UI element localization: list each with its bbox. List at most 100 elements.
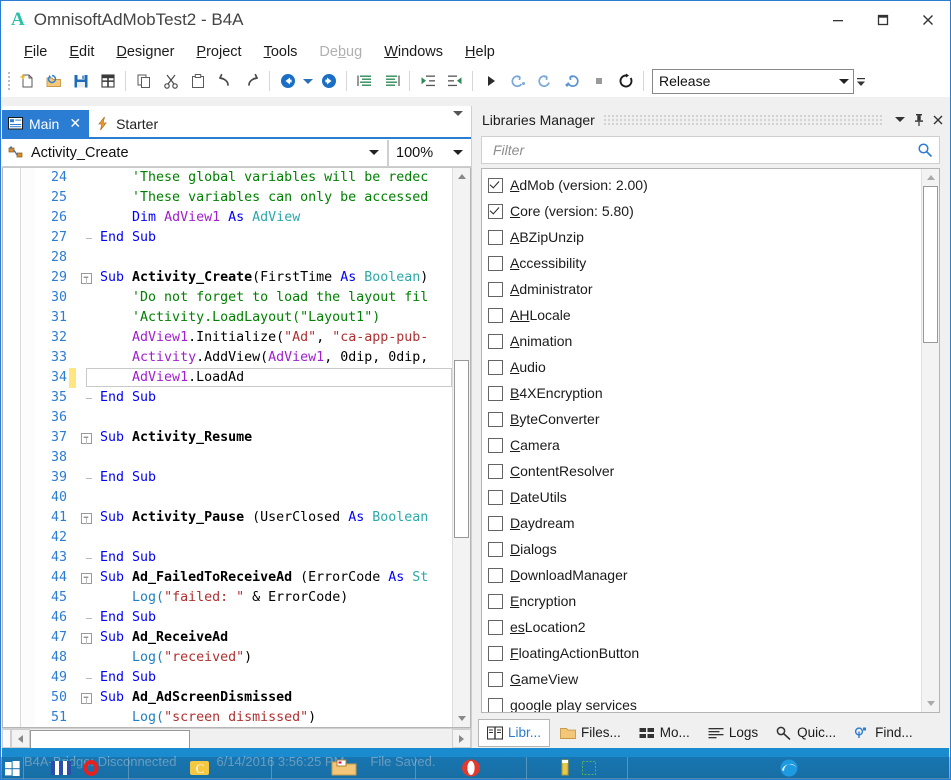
libraries-list[interactable]: AdMob (version: 2.00)Core (version: 5.80… bbox=[482, 169, 921, 712]
code-line[interactable]: 49End Sub bbox=[35, 668, 452, 688]
library-checkbox[interactable] bbox=[488, 412, 503, 427]
panel-tab-quic[interactable]: Quic... bbox=[768, 720, 844, 746]
library-checkbox[interactable] bbox=[488, 438, 503, 453]
panel-tab-libr[interactable]: Libr... bbox=[478, 719, 550, 747]
libraries-filter-box[interactable] bbox=[481, 136, 940, 164]
taskbar-item-notepad[interactable] bbox=[527, 757, 628, 779]
library-checkbox[interactable] bbox=[488, 386, 503, 401]
scroll-track-horizontal[interactable] bbox=[30, 730, 452, 747]
code-line[interactable]: 51 Log("screen dismissed") bbox=[35, 708, 452, 727]
sub-selector[interactable]: Activity_Create bbox=[2, 140, 388, 167]
panel-tab-find[interactable]: Find... bbox=[846, 720, 921, 746]
editor-tab-starter[interactable]: Starter bbox=[89, 110, 166, 137]
code-line[interactable]: 26 Dim AdView1 As AdView bbox=[35, 208, 452, 228]
menu-tools[interactable]: Tools bbox=[253, 41, 309, 63]
code-line[interactable]: 36 bbox=[35, 408, 452, 428]
debug-step-icon[interactable] bbox=[504, 68, 531, 94]
library-checkbox[interactable] bbox=[488, 568, 503, 583]
uncomment-block-icon[interactable] bbox=[378, 68, 405, 94]
library-checkbox[interactable] bbox=[488, 620, 503, 635]
scroll-thumb[interactable] bbox=[454, 360, 469, 538]
run-icon[interactable] bbox=[477, 68, 504, 94]
library-list-item[interactable]: GameView bbox=[485, 666, 921, 692]
library-list-item[interactable]: Core (version: 5.80) bbox=[485, 198, 921, 224]
debug-step-into-icon[interactable] bbox=[531, 68, 558, 94]
library-list-item[interactable]: esLocation2 bbox=[485, 614, 921, 640]
library-checkbox[interactable] bbox=[488, 308, 503, 323]
scroll-track[interactable] bbox=[453, 185, 470, 710]
panel-tab-files[interactable]: Files... bbox=[552, 720, 629, 746]
minimize-button[interactable] bbox=[815, 1, 860, 39]
code-editor[interactable]: 24 'These global variables will be redec… bbox=[2, 168, 471, 728]
library-checkbox[interactable] bbox=[488, 516, 503, 531]
toolbar-overflow-icon[interactable] bbox=[854, 68, 868, 94]
library-list-item[interactable]: DateUtils bbox=[485, 484, 921, 510]
code-line[interactable]: 43End Sub bbox=[35, 548, 452, 568]
code-line[interactable]: 27End Sub bbox=[35, 228, 452, 248]
menu-edit[interactable]: Edit bbox=[58, 41, 105, 63]
menu-help[interactable]: Help bbox=[454, 41, 506, 63]
fold-gutter-cell[interactable]: − bbox=[76, 633, 96, 644]
redo-icon[interactable] bbox=[238, 68, 265, 94]
code-line[interactable]: 25 'These variables can only be accessed bbox=[35, 188, 452, 208]
panel-tab-logs[interactable]: Logs bbox=[700, 720, 766, 746]
fold-gutter-cell[interactable]: − bbox=[76, 273, 96, 284]
maximize-button[interactable] bbox=[860, 1, 905, 39]
library-checkbox[interactable] bbox=[488, 646, 503, 661]
library-list-item[interactable]: FloatingActionButton bbox=[485, 640, 921, 666]
library-checkbox[interactable] bbox=[488, 594, 503, 609]
panel-drag-handle[interactable] bbox=[603, 115, 882, 125]
taskbar-item-b4a[interactable]: C bbox=[129, 757, 272, 779]
indent-icon[interactable] bbox=[441, 68, 468, 94]
clean-rebuild-icon[interactable] bbox=[612, 68, 639, 94]
code-line[interactable]: 24 'These global variables will be redec bbox=[35, 168, 452, 188]
code-line[interactable]: 48 Log("received") bbox=[35, 648, 452, 668]
taskbar-item-edge[interactable] bbox=[628, 757, 950, 779]
library-list-item[interactable]: Encryption bbox=[485, 588, 921, 614]
library-list-item[interactable]: Animation bbox=[485, 328, 921, 354]
code-line[interactable]: 42 bbox=[35, 528, 452, 548]
zoom-selector[interactable]: 100% bbox=[388, 140, 471, 167]
fold-gutter-cell[interactable]: − bbox=[76, 693, 96, 704]
code-viewport[interactable]: 24 'These global variables will be redec… bbox=[35, 168, 452, 727]
libraries-vertical-scrollbar[interactable] bbox=[921, 169, 939, 712]
chevron-down-icon[interactable] bbox=[890, 109, 909, 131]
editor-vertical-scrollbar[interactable] bbox=[452, 168, 470, 727]
library-checkbox[interactable] bbox=[488, 698, 503, 713]
library-checkbox[interactable] bbox=[488, 334, 503, 349]
code-line[interactable]: 34 AdView1.LoadAd bbox=[35, 368, 452, 388]
code-line[interactable]: 29−Sub Activity_Create(FirstTime As Bool… bbox=[35, 268, 452, 288]
library-checkbox[interactable] bbox=[488, 282, 503, 297]
code-line[interactable]: 28 bbox=[35, 248, 452, 268]
taskbar-item-explorer[interactable] bbox=[24, 757, 129, 779]
scroll-thumb-horizontal[interactable] bbox=[30, 730, 190, 749]
library-checkbox[interactable] bbox=[488, 490, 503, 505]
open-folder-icon[interactable] bbox=[40, 68, 67, 94]
scroll-left-button[interactable] bbox=[11, 729, 30, 748]
scroll-up-button[interactable] bbox=[453, 168, 470, 185]
menu-designer[interactable]: Designer bbox=[105, 41, 185, 63]
fold-gutter-cell[interactable]: − bbox=[76, 573, 96, 584]
close-button[interactable] bbox=[905, 1, 950, 39]
code-line[interactable]: 37−Sub Activity_Resume bbox=[35, 428, 452, 448]
code-line[interactable]: 35End Sub bbox=[35, 388, 452, 408]
library-list-item[interactable]: AHLocale bbox=[485, 302, 921, 328]
comment-block-icon[interactable] bbox=[351, 68, 378, 94]
library-checkbox[interactable] bbox=[488, 464, 503, 479]
taskbar-item-files[interactable] bbox=[272, 757, 416, 779]
library-checkbox[interactable] bbox=[488, 256, 503, 271]
code-line[interactable]: 44−Sub Ad_FailedToReceiveAd (ErrorCode A… bbox=[35, 568, 452, 588]
paste-icon[interactable] bbox=[184, 68, 211, 94]
copy-icon[interactable] bbox=[130, 68, 157, 94]
close-icon[interactable] bbox=[928, 109, 947, 131]
library-list-item[interactable]: Dialogs bbox=[485, 536, 921, 562]
new-file-icon[interactable] bbox=[13, 68, 40, 94]
code-line[interactable]: 32 AdView1.Initialize("Ad", "ca-app-pub- bbox=[35, 328, 452, 348]
cut-icon[interactable] bbox=[157, 68, 184, 94]
outdent-icon[interactable] bbox=[414, 68, 441, 94]
navigate-back-dropdown-icon[interactable] bbox=[301, 68, 315, 94]
editor-horizontal-scrollbar[interactable] bbox=[2, 728, 471, 748]
build-config-select[interactable]: Release bbox=[652, 69, 854, 94]
taskbar-start-button[interactable] bbox=[1, 757, 24, 779]
code-line[interactable]: 41−Sub Activity_Pause (UserClosed As Boo… bbox=[35, 508, 452, 528]
